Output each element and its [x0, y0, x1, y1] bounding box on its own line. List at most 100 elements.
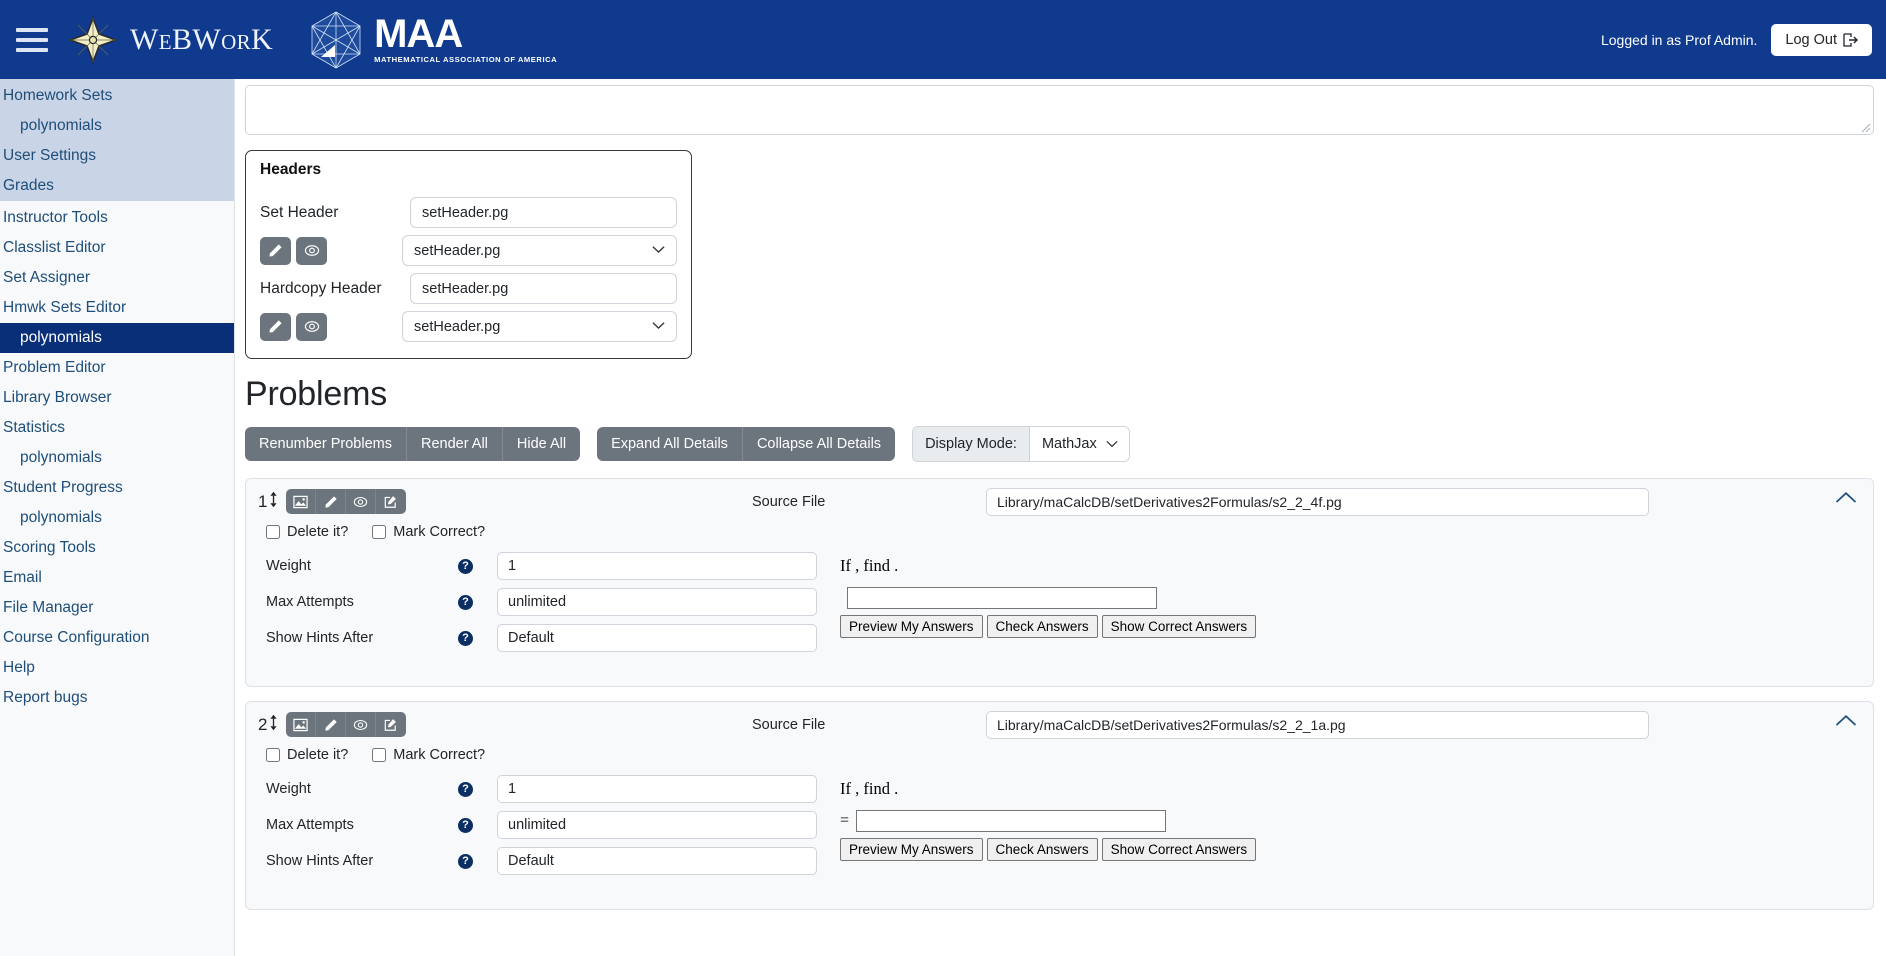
check-answers-button[interactable]: Check Answers	[986, 838, 1098, 861]
sidebar-item-user-settings[interactable]: User Settings	[0, 141, 234, 171]
sidebar-item-label: Grades	[3, 177, 54, 194]
sidebar-item-instructor-tools[interactable]: Instructor Tools	[0, 203, 234, 233]
headers-panel-title: Headers	[260, 161, 322, 178]
problem-image-button[interactable]	[286, 712, 317, 737]
source-file-input[interactable]	[986, 710, 1649, 739]
show-correct-answers-button[interactable]: Show Correct Answers	[1101, 838, 1257, 861]
hardcopy-header-edit-button[interactable]	[260, 312, 291, 341]
problem-reorder-handle[interactable]	[268, 714, 279, 736]
expand-all-details-button[interactable]: Expand All Details	[597, 427, 743, 461]
set-header-edit-button[interactable]	[260, 236, 291, 265]
sidebar-item-problem-editor[interactable]: Problem Editor	[0, 353, 234, 383]
sidebar-item-student-progress[interactable]: Student Progress	[0, 473, 234, 503]
sidebar-item-scoring-tools[interactable]: Scoring Tools	[0, 533, 234, 563]
renumber-problems-button[interactable]: Renumber Problems	[245, 427, 407, 461]
sidebar-item-library-browser[interactable]: Library Browser	[0, 383, 234, 413]
show-hints-after-help-icon[interactable]: ?	[458, 853, 473, 869]
sidebar-item-label: polynomials	[20, 449, 102, 466]
check-answers-button[interactable]: Check Answers	[986, 615, 1098, 638]
source-file-label: Source File	[752, 716, 826, 733]
mark-correct-checkbox[interactable]	[372, 525, 387, 539]
sidebar-group-instructor: Instructor Tools Classlist Editor Set Assi…	[0, 201, 234, 713]
render-all-button[interactable]: Render All	[406, 427, 503, 461]
sidebar-item-polynomials[interactable]: polynomials	[0, 503, 234, 533]
set-header-select[interactable]: setHeader.pg	[402, 235, 677, 266]
sidebar-item-hmwk-sets-editor[interactable]: Hmwk Sets Editor	[0, 293, 234, 323]
logout-button[interactable]: Log Out	[1771, 23, 1872, 56]
hide-all-button[interactable]: Hide All	[502, 427, 581, 461]
sidebar-item-polynomials[interactable]: polynomials	[0, 323, 234, 353]
webwork-brand-logo[interactable]: WeBWorK	[68, 15, 273, 64]
sidebar-item-report-bugs[interactable]: Report bugs	[0, 683, 234, 713]
set-header-select-wrap: setHeader.pg	[402, 235, 677, 266]
hamburger-menu-icon[interactable]	[10, 18, 54, 62]
sidebar-item-course-configuration[interactable]: Course Configuration	[0, 623, 234, 653]
sidebar-item-homework-sets[interactable]: Homework Sets	[0, 81, 234, 111]
hardcopy-header-view-button[interactable]	[296, 312, 327, 341]
preview-my-answers-button[interactable]: Preview My Answers	[840, 838, 983, 861]
display-mode-select[interactable]: MathJax	[1029, 427, 1129, 461]
max-attempts-help-icon[interactable]: ?	[458, 817, 473, 833]
maa-subtitle: MATHEMATICAL ASSOCIATION OF AMERICA	[374, 55, 558, 64]
max-attempts-input[interactable]	[497, 588, 817, 616]
set-header-input[interactable]	[410, 197, 677, 228]
collapse-all-details-button[interactable]: Collapse All Details	[742, 427, 896, 461]
problem-body: Weight?Max Attempts?Show Hints After?If …	[258, 775, 1861, 883]
maa-logo[interactable]: MAA MATHEMATICAL ASSOCIATION OF AMERICA	[305, 9, 557, 71]
sidebar-item-file-manager[interactable]: File Manager	[0, 593, 234, 623]
set-description-textarea[interactable]	[245, 85, 1874, 135]
set-header-view-button[interactable]	[296, 236, 327, 265]
answer-input[interactable]	[847, 587, 1157, 609]
problem-collapse-toggle[interactable]	[1835, 491, 1857, 509]
sidebar-item-statistics[interactable]: Statistics	[0, 413, 234, 443]
weight-input[interactable]	[497, 775, 817, 803]
problem-header-row: 2 Source File	[258, 710, 1861, 739]
sidebar-item-label: Scoring Tools	[3, 539, 96, 556]
sidebar-item-email[interactable]: Email	[0, 563, 234, 593]
answer-input[interactable]	[856, 810, 1167, 832]
updown-arrows-icon	[270, 714, 278, 730]
eye-icon	[354, 719, 368, 730]
show-hints-after-input[interactable]	[497, 624, 817, 652]
show-correct-answers-button[interactable]: Show Correct Answers	[1101, 615, 1257, 638]
hardcopy-header-select[interactable]: setHeader.pg	[402, 311, 677, 342]
max-attempts-help-icon[interactable]: ?	[458, 594, 473, 610]
problem-image-button[interactable]	[286, 489, 317, 514]
problem-edit-button[interactable]	[316, 489, 347, 514]
mark-correct-checkbox[interactable]	[372, 748, 387, 762]
problem-view-button[interactable]	[346, 489, 377, 514]
problem-view-button[interactable]	[346, 712, 377, 737]
problem-edit-square-button[interactable]	[376, 489, 407, 514]
set-header-button-group	[260, 236, 402, 265]
weight-input[interactable]	[497, 552, 817, 580]
problem-list: 1 Source File Delete it? Mark Correct? Weigh…	[235, 478, 1886, 910]
sidebar-item-help[interactable]: Help	[0, 653, 234, 683]
hardcopy-header-input[interactable]	[410, 273, 677, 304]
delete-it-checkbox[interactable]	[266, 748, 280, 762]
problem-edit-square-button[interactable]	[376, 712, 407, 737]
weight-help-icon[interactable]: ?	[458, 781, 473, 797]
maa-wordmark: MAA	[374, 12, 463, 56]
problem-checkbox-row: Delete it? Mark Correct?	[266, 524, 1861, 540]
problem-statement: If , find .	[840, 556, 899, 575]
edit-square-icon	[385, 495, 397, 508]
problem-number: 1	[258, 491, 268, 511]
max-attempts-input[interactable]	[497, 811, 817, 839]
chevron-up-icon	[1835, 715, 1857, 726]
sidebar-item-polynomials[interactable]: polynomials	[0, 111, 234, 141]
weight-help-icon[interactable]: ?	[458, 558, 473, 574]
show-hints-after-help-icon[interactable]: ?	[458, 630, 473, 646]
show-hints-after-input[interactable]	[497, 847, 817, 875]
source-file-input[interactable]	[986, 487, 1649, 516]
sidebar-item-grades[interactable]: Grades	[0, 171, 234, 201]
problem-edit-button[interactable]	[316, 712, 347, 737]
sidebar-item-set-assigner[interactable]: Set Assigner	[0, 263, 234, 293]
sidebar-item-label: Homework Sets	[3, 87, 113, 104]
problem-collapse-toggle[interactable]	[1835, 714, 1857, 732]
delete-it-label: Delete it?	[287, 524, 349, 540]
problem-reorder-handle[interactable]	[268, 491, 279, 513]
preview-my-answers-button[interactable]: Preview My Answers	[840, 615, 983, 638]
sidebar-item-polynomials[interactable]: polynomials	[0, 443, 234, 473]
sidebar-item-classlist-editor[interactable]: Classlist Editor	[0, 233, 234, 263]
delete-it-checkbox[interactable]	[266, 525, 280, 539]
